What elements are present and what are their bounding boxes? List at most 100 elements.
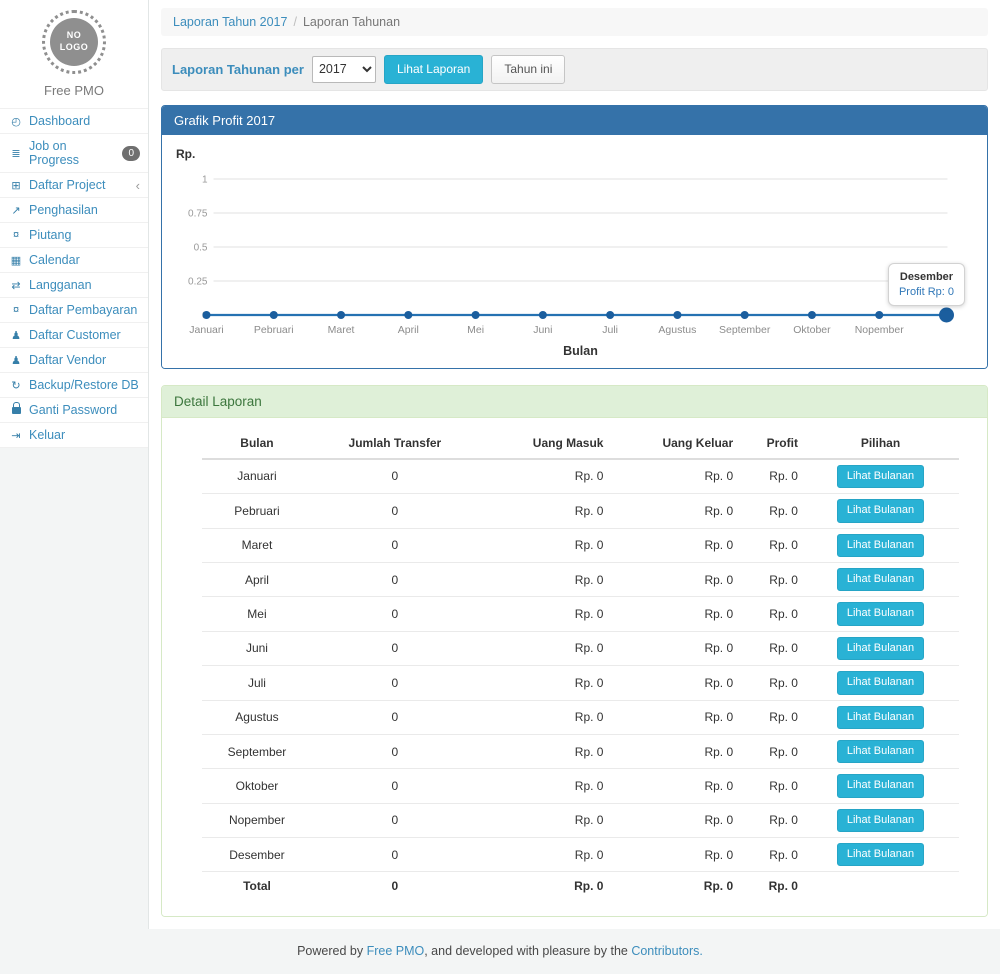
view-monthly-button-juli[interactable]: Lihat Bulanan	[837, 671, 924, 694]
sidebar-item-daftar-project[interactable]: ⊞Daftar Project‹	[0, 173, 148, 198]
sidebar-item-calendar[interactable]: ▦Calendar	[0, 248, 148, 273]
cell-jumlah-transfer: 0	[312, 872, 478, 899]
cell-uang-masuk: Rp. 0	[478, 631, 608, 665]
view-monthly-button-juni[interactable]: Lihat Bulanan	[837, 637, 924, 660]
sign-out-icon: ⇥	[9, 429, 23, 442]
view-monthly-button-januari[interactable]: Lihat Bulanan	[837, 465, 924, 488]
cell-uang-keluar: Rp. 0	[607, 734, 737, 768]
y-tick-label: 1	[202, 174, 208, 185]
data-point-pebruari[interactable]	[270, 311, 278, 319]
year-select[interactable]: 2017	[312, 56, 376, 83]
table-header-row: BulanJumlah TransferUang MasukUang Kelua…	[202, 428, 959, 459]
view-monthly-button-agustus[interactable]: Lihat Bulanan	[837, 706, 924, 729]
sidebar-item-piutang[interactable]: ¤Piutang	[0, 223, 148, 248]
data-point-januari[interactable]	[203, 311, 211, 319]
footer: Powered by Free PMO, and developed with …	[0, 929, 1000, 974]
data-point-agustus[interactable]	[673, 311, 681, 319]
refresh-icon: ↻	[9, 379, 23, 392]
no-logo-icon: NO LOGO	[50, 18, 98, 66]
cell-uang-keluar: Rp. 0	[607, 494, 737, 528]
cell-profit: Rp. 0	[737, 631, 802, 665]
this-year-button[interactable]: Tahun ini	[491, 55, 565, 84]
logo-line2: LOGO	[60, 42, 89, 54]
sidebar-item-label: Daftar Vendor	[29, 353, 106, 367]
cell-jumlah-transfer: 0	[312, 769, 478, 803]
cell-jumlah-transfer: 0	[312, 597, 478, 631]
table-row: Januari0Rp. 0Rp. 0Rp. 0Lihat Bulanan	[202, 459, 959, 494]
view-monthly-button-desember[interactable]: Lihat Bulanan	[837, 843, 924, 866]
sidebar-item-keluar[interactable]: ⇥Keluar	[0, 423, 148, 448]
data-point-juni[interactable]	[539, 311, 547, 319]
detail-panel-title: Detail Laporan	[162, 386, 987, 418]
x-tick-label: Januari	[189, 324, 223, 336]
profit-chart-panel: Grafik Profit 2017 Rp. 10.750.50.250Janu…	[161, 105, 988, 369]
cell-profit: Rp. 0	[737, 872, 802, 899]
view-monthly-button-maret[interactable]: Lihat Bulanan	[837, 534, 924, 557]
cell-uang-keluar: Rp. 0	[607, 459, 737, 494]
sidebar-item-daftar-pembayaran[interactable]: ¤Daftar Pembayaran	[0, 298, 148, 323]
cell-pilihan: Lihat Bulanan	[802, 494, 959, 528]
cell-uang-masuk: Rp. 0	[478, 700, 608, 734]
view-report-button[interactable]: Lihat Laporan	[384, 55, 483, 84]
view-monthly-button-nopember[interactable]: Lihat Bulanan	[837, 809, 924, 832]
footer-link-contributors[interactable]: Contributors.	[631, 944, 703, 958]
sidebar-item-dashboard[interactable]: ◴Dashboard	[0, 109, 148, 134]
cell-uang-keluar: Rp. 0	[607, 528, 737, 562]
cell-uang-masuk: Rp. 0	[478, 459, 608, 494]
footer-text-prefix: Powered by	[297, 944, 366, 958]
view-monthly-button-pebruari[interactable]: Lihat Bulanan	[837, 499, 924, 522]
cell-pilihan: Lihat Bulanan	[802, 459, 959, 494]
sidebar-item-penghasilan[interactable]: ↗Penghasilan	[0, 198, 148, 223]
x-tick-label: Nopember	[855, 324, 905, 336]
cell-uang-keluar: Rp. 0	[607, 700, 737, 734]
data-point-mei[interactable]	[472, 311, 480, 319]
no-logo-badge: NO LOGO	[42, 10, 106, 74]
cell-pilihan: Lihat Bulanan	[802, 700, 959, 734]
view-monthly-button-oktober[interactable]: Lihat Bulanan	[837, 774, 924, 797]
logo-line1: NO	[67, 30, 82, 42]
sidebar-item-daftar-vendor[interactable]: ♟Daftar Vendor	[0, 348, 148, 373]
cell-profit: Rp. 0	[737, 803, 802, 837]
breadcrumb-link-laporan-tahun[interactable]: Laporan Tahun 2017	[173, 15, 287, 29]
cell-profit: Rp. 0	[737, 459, 802, 494]
cell-uang-keluar: Rp. 0	[607, 562, 737, 596]
sidebar-item-label: Job on Progress	[29, 139, 116, 167]
cell-uang-masuk: Rp. 0	[478, 597, 608, 631]
tooltip-value: Profit Rp: 0	[899, 286, 954, 298]
data-point-desember[interactable]	[939, 307, 954, 322]
data-point-september[interactable]	[741, 311, 749, 319]
sidebar-item-job-on-progress[interactable]: ≣Job on Progress0	[0, 134, 148, 173]
y-tick-label: 0.25	[188, 276, 208, 287]
footer-link-free-pmo[interactable]: Free PMO	[367, 944, 425, 958]
data-point-nopember[interactable]	[875, 311, 883, 319]
sidebar: NO LOGO Free PMO ◴Dashboard≣Job on Progr…	[0, 0, 149, 929]
x-axis-title: Bulan	[563, 344, 598, 358]
profit-line-chart: 10.750.50.250JanuariPebruariMaretAprilMe…	[175, 163, 974, 361]
dashboard-icon: ◴	[9, 115, 23, 128]
column-header-jumlah-transfer: Jumlah Transfer	[312, 428, 478, 459]
chevron-left-icon: ‹	[136, 179, 140, 192]
cell-jumlah-transfer: 0	[312, 631, 478, 665]
view-monthly-button-mei[interactable]: Lihat Bulanan	[837, 602, 924, 625]
cell-jumlah-transfer: 0	[312, 562, 478, 596]
tasks-icon: ≣	[9, 147, 23, 160]
cell-uang-keluar: Rp. 0	[607, 769, 737, 803]
table-row: Juli0Rp. 0Rp. 0Rp. 0Lihat Bulanan	[202, 666, 959, 700]
data-point-juli[interactable]	[606, 311, 614, 319]
view-monthly-button-september[interactable]: Lihat Bulanan	[837, 740, 924, 763]
lock-icon	[9, 403, 23, 417]
data-point-april[interactable]	[404, 311, 412, 319]
cell-bulan: Agustus	[202, 700, 312, 734]
sidebar-item-backup-restore-db[interactable]: ↻ Backup/Restore DB	[0, 373, 148, 398]
data-point-oktober[interactable]	[808, 311, 816, 319]
data-point-maret[interactable]	[337, 311, 345, 319]
cell-jumlah-transfer: 0	[312, 838, 478, 872]
sidebar-item-label: Backup/Restore DB	[29, 378, 139, 392]
sidebar-item-daftar-customer[interactable]: ♟Daftar Customer	[0, 323, 148, 348]
view-monthly-button-april[interactable]: Lihat Bulanan	[837, 568, 924, 591]
sidebar-item-ganti-password[interactable]: Ganti Password	[0, 398, 148, 423]
table-row: Agustus0Rp. 0Rp. 0Rp. 0Lihat Bulanan	[202, 700, 959, 734]
sidebar-item-langganan[interactable]: ⇄Langganan	[0, 273, 148, 298]
column-header-uang-keluar: Uang Keluar	[607, 428, 737, 459]
tooltip-title: Desember	[899, 271, 954, 283]
